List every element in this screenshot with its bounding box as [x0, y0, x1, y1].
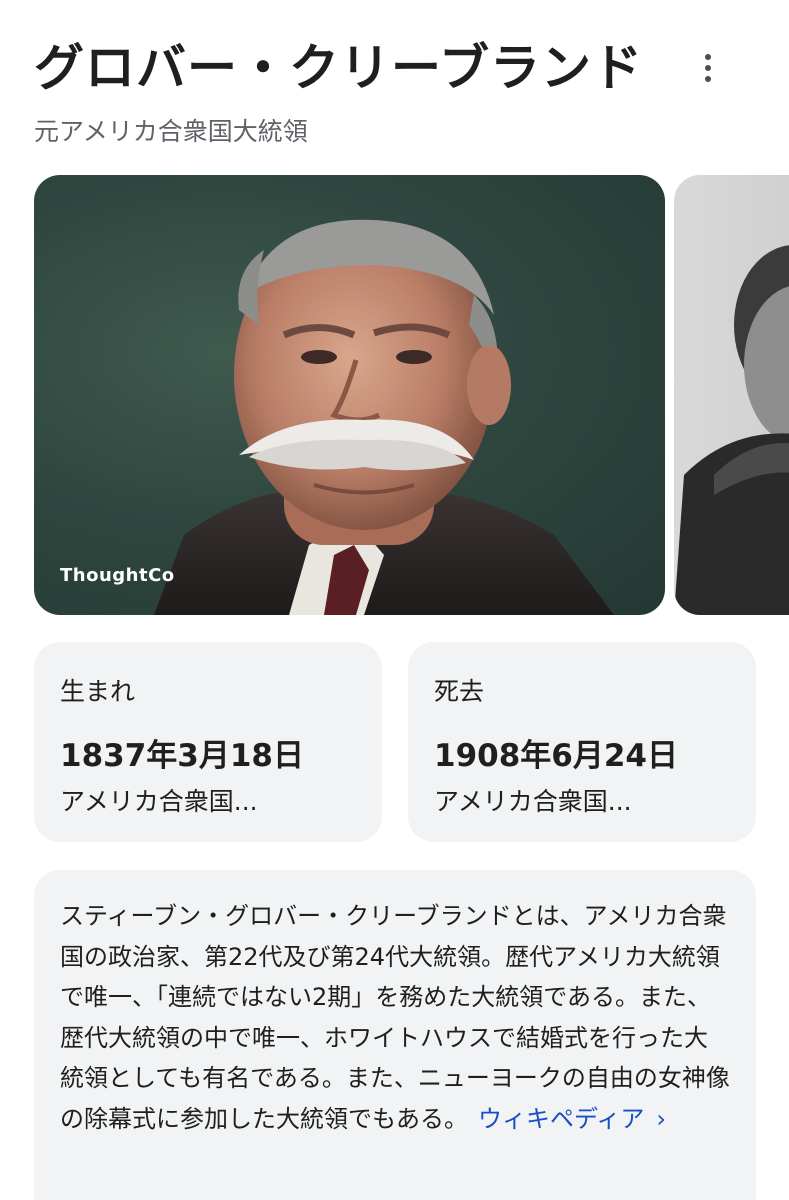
wikipedia-link-label: ウィキペディア: [478, 1104, 645, 1133]
more-options-button[interactable]: [690, 46, 726, 90]
death-label: 死去: [434, 677, 485, 706]
more-vert-icon-dot-2: [705, 65, 711, 71]
page-subtitle: 元アメリカ合衆国大統領: [34, 117, 308, 146]
death-fact-card[interactable]: 死去 1908年6月24日 アメリカ合衆国...: [408, 642, 756, 842]
page-title: グロバー・クリーブランド: [34, 39, 643, 97]
death-date: 1908年6月24日: [434, 738, 678, 774]
birth-label: 生まれ: [60, 677, 136, 706]
image-gallery[interactable]: ThoughtCo: [34, 175, 789, 615]
description-text: スティーブン・グロバー・クリーブランドとは、アメリカ合衆国の政治家、第22代及び…: [60, 902, 730, 1133]
description-text-block: スティーブン・グロバー・クリーブランドとは、アメリカ合衆国の政治家、第22代及び…: [60, 896, 730, 1139]
portrait-image-main[interactable]: ThoughtCo: [34, 175, 665, 615]
birth-date: 1837年3月18日: [60, 738, 304, 774]
more-vert-icon: [705, 54, 711, 60]
birth-fact-card[interactable]: 生まれ 1837年3月18日 アメリカ合衆国...: [34, 642, 382, 842]
portrait-illustration: [154, 219, 614, 615]
image-source-label: ThoughtCo: [60, 565, 175, 586]
birth-place: アメリカ合衆国...: [60, 787, 258, 816]
portrait-illustration-bw: [674, 245, 789, 615]
more-vert-icon-dot-3: [705, 76, 711, 82]
description-card: スティーブン・グロバー・クリーブランドとは、アメリカ合衆国の政治家、第22代及び…: [34, 870, 756, 1200]
chevron-right-icon: ›: [656, 1104, 666, 1133]
death-place: アメリカ合衆国...: [434, 787, 632, 816]
wikipedia-link[interactable]: ウィキペディア ›: [478, 1105, 666, 1133]
portrait-image-secondary[interactable]: [674, 175, 789, 615]
